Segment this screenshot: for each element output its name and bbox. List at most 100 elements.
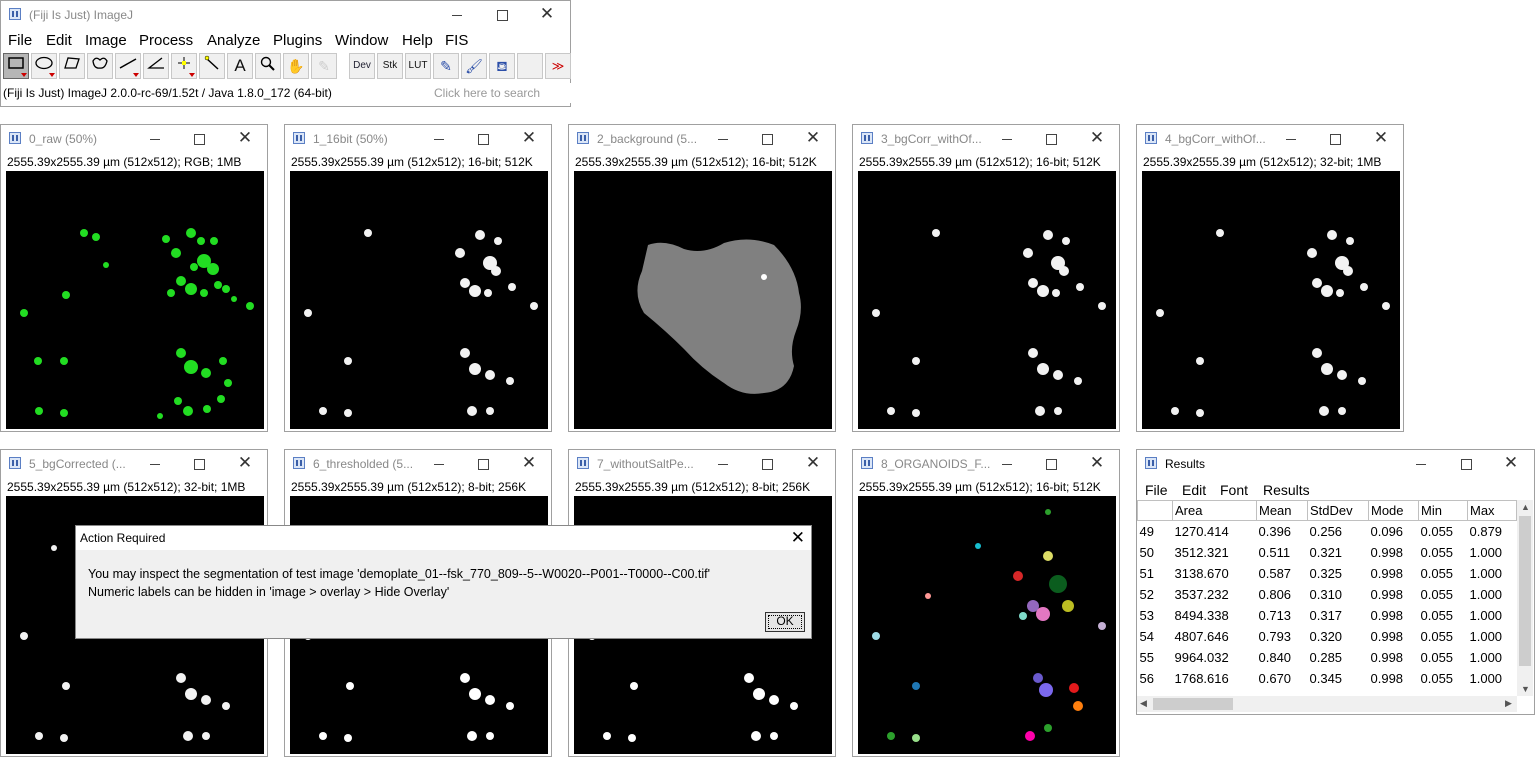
dev-tool-icon[interactable]: Dev [349, 53, 375, 79]
image-titlebar[interactable]: 1_16bit (50%) ✕ [285, 125, 551, 153]
close-icon[interactable]: ✕ [799, 454, 827, 474]
results-table[interactable]: Area Mean StdDev Mode Min Max 49 1270.414… [1137, 500, 1517, 689]
maximize-icon[interactable] [469, 129, 497, 149]
column-header-area[interactable]: Area [1172, 500, 1257, 521]
scroll-right-icon[interactable]: ▶ [1505, 698, 1512, 709]
image-titlebar[interactable]: 0_raw (50%) ✕ [1, 125, 267, 153]
flood-fill-tool-icon[interactable]: ⛾ [489, 53, 515, 79]
horizontal-scroll-thumb[interactable] [1153, 698, 1233, 710]
maximize-icon[interactable] [1321, 129, 1349, 149]
table-row[interactable]: 50 3512.321 0.511 0.321 0.998 0.055 1.000 [1138, 542, 1517, 563]
close-icon[interactable]: ✕ [533, 5, 561, 25]
menu-help[interactable]: Help [402, 32, 433, 49]
column-header-min[interactable]: Min [1418, 500, 1468, 521]
image-window-2-background[interactable]: 2_background (5... ✕ 2555.39x2555.39 µm … [568, 124, 836, 432]
table-row[interactable]: 49 1270.414 0.396 0.256 0.096 0.055 0.879 [1138, 521, 1517, 543]
close-icon[interactable]: ✕ [231, 129, 259, 149]
image-window-1-16bit[interactable]: 1_16bit (50%) ✕ 2555.39x2555.39 µm (512x… [284, 124, 552, 432]
maximize-icon[interactable] [1037, 129, 1065, 149]
oval-tool-icon[interactable] [31, 53, 57, 79]
menu-window[interactable]: Window [335, 32, 388, 49]
image-titlebar[interactable]: 5_bgCorrected (... ✕ [1, 450, 267, 478]
table-row[interactable]: 56 1768.616 0.670 0.345 0.998 0.055 1.000 [1138, 668, 1517, 689]
minimize-icon[interactable] [425, 454, 453, 474]
pencil-tool-icon[interactable]: ✎ [433, 53, 459, 79]
image-canvas[interactable] [290, 171, 548, 429]
imagej-titlebar[interactable]: (Fiji Is Just) ImageJ ✕ [1, 1, 570, 29]
image-window-3-bgcorr[interactable]: 3_bgCorr_withOf... ✕ 2555.39x2555.39 µm … [852, 124, 1120, 432]
image-titlebar[interactable]: 8_ORGANOIDS_F... ✕ [853, 450, 1119, 478]
image-canvas[interactable] [858, 496, 1116, 754]
table-row[interactable]: 55 9964.032 0.840 0.285 0.998 0.055 1.000 [1138, 647, 1517, 668]
hand-tool-icon[interactable]: ✋ [283, 53, 309, 79]
column-header-mode[interactable]: Mode [1368, 500, 1419, 521]
minimize-icon[interactable] [1407, 454, 1435, 474]
minimize-icon[interactable] [709, 129, 737, 149]
image-window-8-organoids[interactable]: 8_ORGANOIDS_F... ✕ 2555.39x2555.39 µm (5… [852, 449, 1120, 757]
menu-image[interactable]: Image [85, 32, 127, 49]
results-menu-file[interactable]: File [1145, 482, 1168, 498]
close-icon[interactable]: ✕ [799, 129, 827, 149]
table-row[interactable]: 54 4807.646 0.793 0.320 0.998 0.055 1.000 [1138, 626, 1517, 647]
vertical-scroll-thumb[interactable] [1519, 516, 1531, 666]
point-tool-icon[interactable] [171, 53, 197, 79]
column-header-stddev[interactable]: StdDev [1307, 500, 1369, 521]
column-header-mean[interactable]: Mean [1256, 500, 1308, 521]
close-icon[interactable]: ✕ [515, 454, 543, 474]
polygon-tool-icon[interactable] [59, 53, 85, 79]
close-icon[interactable]: ✕ [1367, 129, 1395, 149]
results-window[interactable]: Results ✕ File Edit Font Results Area Me… [1136, 449, 1535, 715]
results-vertical-scrollbar[interactable]: ▲ ▼ [1517, 500, 1533, 696]
freehand-tool-icon[interactable] [87, 53, 113, 79]
results-titlebar[interactable]: Results ✕ [1137, 450, 1534, 478]
image-canvas[interactable] [1142, 171, 1400, 429]
results-menu-edit[interactable]: Edit [1182, 482, 1206, 498]
line-tool-icon[interactable] [115, 53, 141, 79]
close-icon[interactable]: ✕ [1083, 129, 1111, 149]
more-tools-icon[interactable]: ≫ [545, 53, 571, 79]
table-row[interactable]: 53 8494.338 0.713 0.317 0.998 0.055 1.000 [1138, 605, 1517, 626]
minimize-icon[interactable] [993, 129, 1021, 149]
lut-tool-icon[interactable]: LUT [405, 53, 431, 79]
close-icon[interactable]: ✕ [1083, 454, 1111, 474]
wand-tool-icon[interactable] [199, 53, 225, 79]
image-titlebar[interactable]: 7_withoutSaltPe... ✕ [569, 450, 835, 478]
menu-plugins[interactable]: Plugins [273, 32, 322, 49]
image-canvas[interactable] [858, 171, 1116, 429]
maximize-icon[interactable] [185, 129, 213, 149]
column-header-index[interactable] [1137, 500, 1173, 521]
minimize-icon[interactable] [993, 454, 1021, 474]
results-horizontal-scrollbar[interactable]: ◀ ▶ [1137, 696, 1517, 712]
minimize-icon[interactable] [1277, 129, 1305, 149]
dialog-titlebar[interactable]: Action Required ✕ [76, 526, 811, 550]
close-icon[interactable]: ✕ [231, 454, 259, 474]
menu-file[interactable]: File [8, 32, 32, 49]
close-icon[interactable]: ✕ [791, 528, 805, 548]
scroll-left-icon[interactable]: ◀ [1140, 698, 1147, 709]
maximize-icon[interactable] [488, 5, 516, 25]
image-canvas[interactable] [574, 171, 832, 429]
image-window-0-raw[interactable]: 0_raw (50%) ✕ 2555.39x2555.39 µm (512x51… [0, 124, 268, 432]
image-window-4-bgcorr[interactable]: 4_bgCorr_withOf... ✕ 2555.39x2555.39 µm … [1136, 124, 1404, 432]
menu-edit[interactable]: Edit [46, 32, 72, 49]
menu-process[interactable]: Process [139, 32, 193, 49]
menu-analyze[interactable]: Analyze [207, 32, 260, 49]
results-menu-font[interactable]: Font [1220, 482, 1248, 498]
maximize-icon[interactable] [1037, 454, 1065, 474]
close-icon[interactable]: ✕ [1497, 454, 1525, 474]
rectangle-tool-icon[interactable] [3, 53, 29, 79]
table-row[interactable]: 52 3537.232 0.806 0.310 0.998 0.055 1.000 [1138, 584, 1517, 605]
maximize-icon[interactable] [469, 454, 497, 474]
minimize-icon[interactable] [141, 454, 169, 474]
maximize-icon[interactable] [753, 454, 781, 474]
image-canvas[interactable] [6, 171, 264, 429]
maximize-icon[interactable] [753, 129, 781, 149]
angle-tool-icon[interactable] [143, 53, 169, 79]
color-picker-tool-icon[interactable]: ✎ [311, 53, 337, 79]
minimize-icon[interactable] [443, 5, 471, 25]
close-icon[interactable]: ✕ [515, 129, 543, 149]
image-titlebar[interactable]: 4_bgCorr_withOf... ✕ [1137, 125, 1403, 153]
maximize-icon[interactable] [1452, 454, 1480, 474]
table-row[interactable]: 51 3138.670 0.587 0.325 0.998 0.055 1.000 [1138, 563, 1517, 584]
search-field[interactable]: Click here to search [429, 83, 572, 103]
